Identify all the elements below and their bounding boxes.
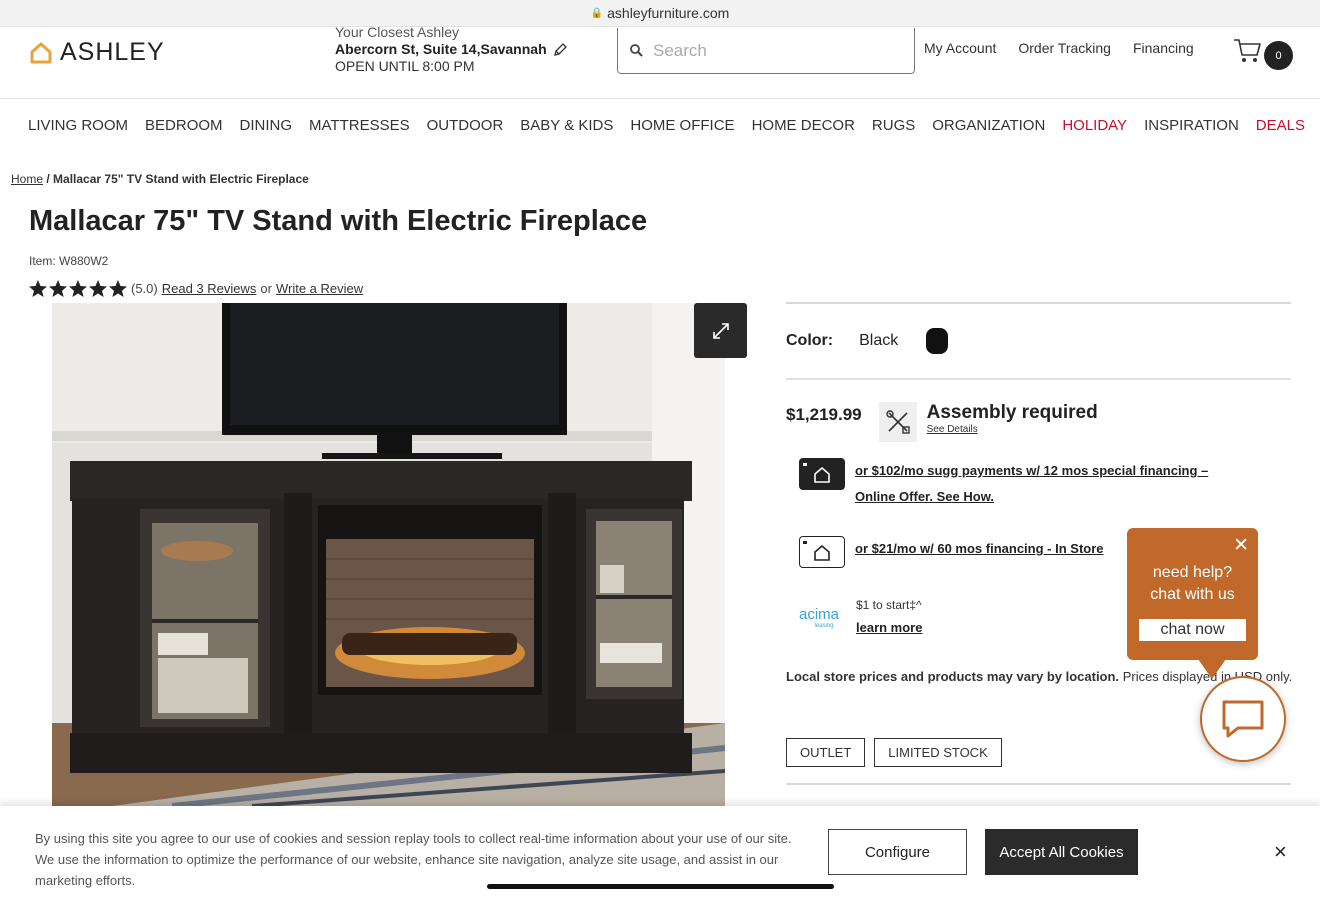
browser-url-bar[interactable]: 🔒 ashleyfurniture.com (0, 0, 1320, 27)
store-address: Abercorn St, Suite 14,Savannah (335, 41, 547, 57)
nav-item-outdoor[interactable]: OUTDOOR (427, 117, 504, 134)
page-title: Mallacar 75" TV Stand with Electric Fire… (29, 205, 648, 237)
financing-60mo-text[interactable]: or $21/mo w/ 60 mos financing - In Store (855, 536, 1104, 562)
cart-icon[interactable] (1233, 38, 1263, 64)
close-icon[interactable]: × (1274, 839, 1287, 865)
chat-popup-message: need help? chat with us (1127, 562, 1258, 606)
store-locator[interactable]: Your Closest Ashley Abercorn St, Suite 1… (335, 24, 567, 75)
acima-logo-subtext: leasing (814, 623, 834, 629)
rating-row: (5.0) Read 3 Reviews or Write a Review (29, 280, 363, 297)
color-selector: Color: Black (786, 304, 1291, 380)
expand-icon (712, 322, 729, 339)
product-image[interactable] (52, 303, 725, 806)
category-nav: LIVING ROOM BEDROOM DINING MATTRESSES OU… (0, 98, 1320, 152)
nav-item-bedroom[interactable]: BEDROOM (145, 117, 223, 134)
write-review-link[interactable]: Write a Review (276, 281, 363, 296)
assembly-tools-icon (878, 402, 917, 442)
product-details-panel: Color: Black $1,219.99 Assembly required… (786, 302, 1292, 785)
site-header: ASHLEY Your Closest Ashley Abercorn St, … (0, 24, 1320, 98)
tag-outlet: OUTLET (786, 738, 866, 767)
product-tags: OUTLET LIMITED STOCK (786, 738, 1002, 767)
assembly-info: Assembly required See Details (927, 402, 1098, 435)
financing-offer-60mo[interactable]: or $21/mo w/ 60 mos financing - In Store (799, 536, 1104, 568)
order-tracking-link[interactable]: Order Tracking (1018, 40, 1111, 56)
acima-start-text: $1 to start‡^ (856, 598, 922, 612)
search-input[interactable] (653, 40, 893, 61)
brand-name: ASHLEY (60, 38, 165, 66)
rating-value-text: (5.0) (131, 281, 158, 296)
local-pricing-bold: Local store prices and products may vary… (786, 669, 1120, 684)
cart-count-badge[interactable]: 0 (1264, 41, 1293, 70)
ashley-card-icon (799, 458, 845, 490)
header-links: My Account Order Tracking Financing (924, 40, 1194, 56)
breadcrumb-home-link[interactable]: Home (11, 172, 43, 186)
assembly-required-text: Assembly required (926, 402, 1098, 423)
assembly-see-details-link[interactable]: See Details (927, 424, 1098, 435)
chat-now-button[interactable]: chat now (1139, 619, 1246, 641)
color-swatch-black[interactable] (926, 328, 949, 354)
financing-offer-12mo[interactable]: or $102/mo sugg payments w/ 12 mos speci… (799, 458, 1208, 510)
chat-launcher-button[interactable] (1200, 676, 1286, 762)
nav-item-mattresses[interactable]: MATTRESSES (309, 117, 410, 134)
breadcrumb-current: Mallacar 75" TV Stand with Electric Fire… (53, 172, 309, 186)
item-number: Item: W880W2 (29, 254, 109, 268)
color-label: Color: (786, 332, 834, 349)
cookie-consent-text: By using this site you agree to our use … (35, 831, 792, 888)
rating-or-text: or (260, 281, 272, 296)
color-value: Black (859, 332, 899, 349)
price-row: $1,219.99 Assembly required See Details (786, 402, 1098, 442)
acima-logo-text: acima (799, 606, 840, 623)
accept-all-cookies-button[interactable]: Accept All Cookies (985, 829, 1138, 875)
product-price: $1,219.99 (786, 405, 862, 424)
ashley-card-outline-icon (799, 536, 845, 568)
nav-item-home-decor[interactable]: HOME DECOR (752, 117, 855, 134)
financing-12mo-text-line2[interactable]: Online Offer. See How. (855, 484, 1208, 510)
nav-item-home-office[interactable]: HOME OFFICE (630, 117, 734, 134)
search-box[interactable] (617, 28, 915, 74)
nav-item-organization[interactable]: ORGANIZATION (932, 117, 1045, 134)
divider (786, 783, 1291, 785)
chat-message-line1: need help? (1152, 564, 1233, 581)
breadcrumb: Home / Mallacar 75" TV Stand with Electr… (11, 172, 309, 186)
nav-item-baby-kids[interactable]: BABY & KIDS (520, 117, 613, 134)
acima-learn-more-link[interactable]: learn more (856, 620, 922, 635)
nav-item-living-room[interactable]: LIVING ROOM (28, 117, 128, 134)
tag-limited-stock: LIMITED STOCK (874, 738, 1002, 767)
tv-stand-illustration (52, 303, 725, 806)
configure-cookies-button[interactable]: Configure (828, 829, 967, 875)
url-text: ashleyfurniture.com (607, 5, 730, 21)
chat-message-line2: chat with us (1150, 586, 1235, 603)
breadcrumb-separator: / (46, 172, 50, 186)
nav-item-holiday[interactable]: HOLIDAY (1062, 117, 1127, 134)
chat-bubble-icon (1222, 700, 1264, 738)
financing-link[interactable]: Financing (1133, 40, 1194, 56)
my-account-link[interactable]: My Account (924, 40, 996, 56)
nav-item-inspiration[interactable]: INSPIRATION (1144, 117, 1239, 134)
nav-item-deals[interactable]: DEALS (1256, 117, 1305, 134)
nav-item-rugs[interactable]: RUGS (872, 117, 915, 134)
nav-item-dining[interactable]: DINING (240, 117, 293, 134)
star-icon (49, 280, 67, 297)
store-hours: OPEN UNTIL 8:00 PM (335, 58, 475, 74)
brand-logo[interactable]: ASHLEY (30, 38, 165, 67)
read-reviews-link[interactable]: Read 3 Reviews (162, 281, 257, 296)
star-icon (69, 280, 87, 297)
chat-popup-close-icon[interactable]: ✕ (1233, 534, 1249, 557)
expand-image-button[interactable] (694, 303, 747, 358)
edit-pencil-icon[interactable] (553, 42, 567, 57)
search-icon (630, 44, 643, 57)
chat-popup-tail (1198, 659, 1226, 679)
financing-12mo-text-line1[interactable]: or $102/mo sugg payments w/ 12 mos speci… (855, 458, 1208, 484)
star-icon (29, 280, 47, 297)
star-rating (29, 280, 127, 297)
chat-help-popup: ✕ need help? chat with us chat now (1127, 528, 1258, 660)
acima-logo: acima leasing (799, 606, 849, 635)
store-label: Your Closest Ashley (335, 24, 459, 40)
lock-icon: 🔒 (590, 7, 604, 19)
star-icon (109, 280, 127, 297)
home-indicator-bar (487, 884, 834, 889)
star-icon (89, 280, 107, 297)
acima-leasing: acima leasing $1 to start‡^ learn more (799, 598, 922, 635)
ashley-house-icon (30, 42, 52, 63)
